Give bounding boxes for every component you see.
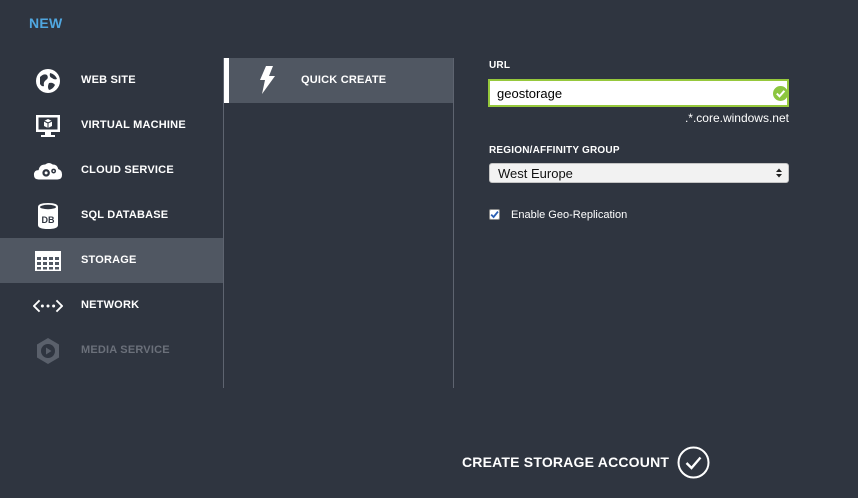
table-icon — [33, 246, 63, 276]
nav-item-label: STORAGE — [81, 254, 137, 266]
checkmark-valid-icon — [773, 86, 788, 101]
nav-item-virtual-machine[interactable]: VIRTUAL MACHINE — [0, 103, 223, 148]
nav-item-storage[interactable]: STORAGE — [0, 238, 223, 283]
lightning-icon — [256, 65, 280, 95]
nav-item-label: WEB SITE — [81, 74, 136, 86]
nav-item-label: SQL DATABASE — [81, 209, 169, 221]
url-suffix: .*.core.windows.net — [684, 111, 789, 125]
create-storage-account-button[interactable]: CREATE STORAGE ACCOUNT — [462, 445, 710, 479]
nav-item-media-service: MEDIA SERVICE — [0, 328, 223, 373]
column-divider — [453, 58, 454, 388]
cloud-gear-icon — [33, 156, 63, 186]
region-label: REGION/AFFINITY GROUP — [489, 145, 620, 156]
nav-item-network[interactable]: NETWORK — [0, 283, 223, 328]
nav-item-label: CLOUD SERVICE — [81, 164, 174, 176]
media-icon — [33, 336, 63, 366]
region-select-value: West Europe — [498, 166, 573, 181]
database-icon: DB — [33, 201, 63, 231]
geo-replication-label: Enable Geo-Replication — [511, 209, 628, 221]
geo-replication-checkbox[interactable] — [489, 209, 500, 220]
url-label: URL — [489, 60, 511, 71]
url-input[interactable] — [488, 79, 789, 107]
region-select[interactable]: West Europe — [489, 163, 789, 183]
quick-create-option[interactable]: QUICK CREATE — [224, 58, 453, 103]
nav-item-label: NETWORK — [81, 299, 140, 311]
service-type-list: WEB SITE VIRTUAL MACHINE CLOUD SERVICE D… — [0, 58, 223, 388]
nav-item-sql-database[interactable]: DB SQL DATABASE — [0, 193, 223, 238]
globe-icon — [33, 66, 63, 96]
nav-item-web-site[interactable]: WEB SITE — [0, 58, 223, 103]
network-icon — [33, 291, 63, 321]
monitor-icon — [33, 111, 63, 141]
quick-create-label: QUICK CREATE — [301, 74, 387, 86]
select-arrows-icon — [774, 166, 784, 180]
circle-check-icon — [677, 446, 710, 479]
nav-item-label: VIRTUAL MACHINE — [81, 119, 186, 131]
create-button-label: CREATE STORAGE ACCOUNT — [462, 454, 670, 470]
database-icon-text: DB — [42, 215, 55, 225]
nav-item-label: MEDIA SERVICE — [81, 344, 170, 356]
checkmark-icon — [490, 211, 499, 219]
page-title: NEW — [29, 15, 63, 31]
nav-item-cloud-service[interactable]: CLOUD SERVICE — [0, 148, 223, 193]
column-divider — [223, 58, 224, 388]
selection-indicator — [224, 58, 229, 103]
